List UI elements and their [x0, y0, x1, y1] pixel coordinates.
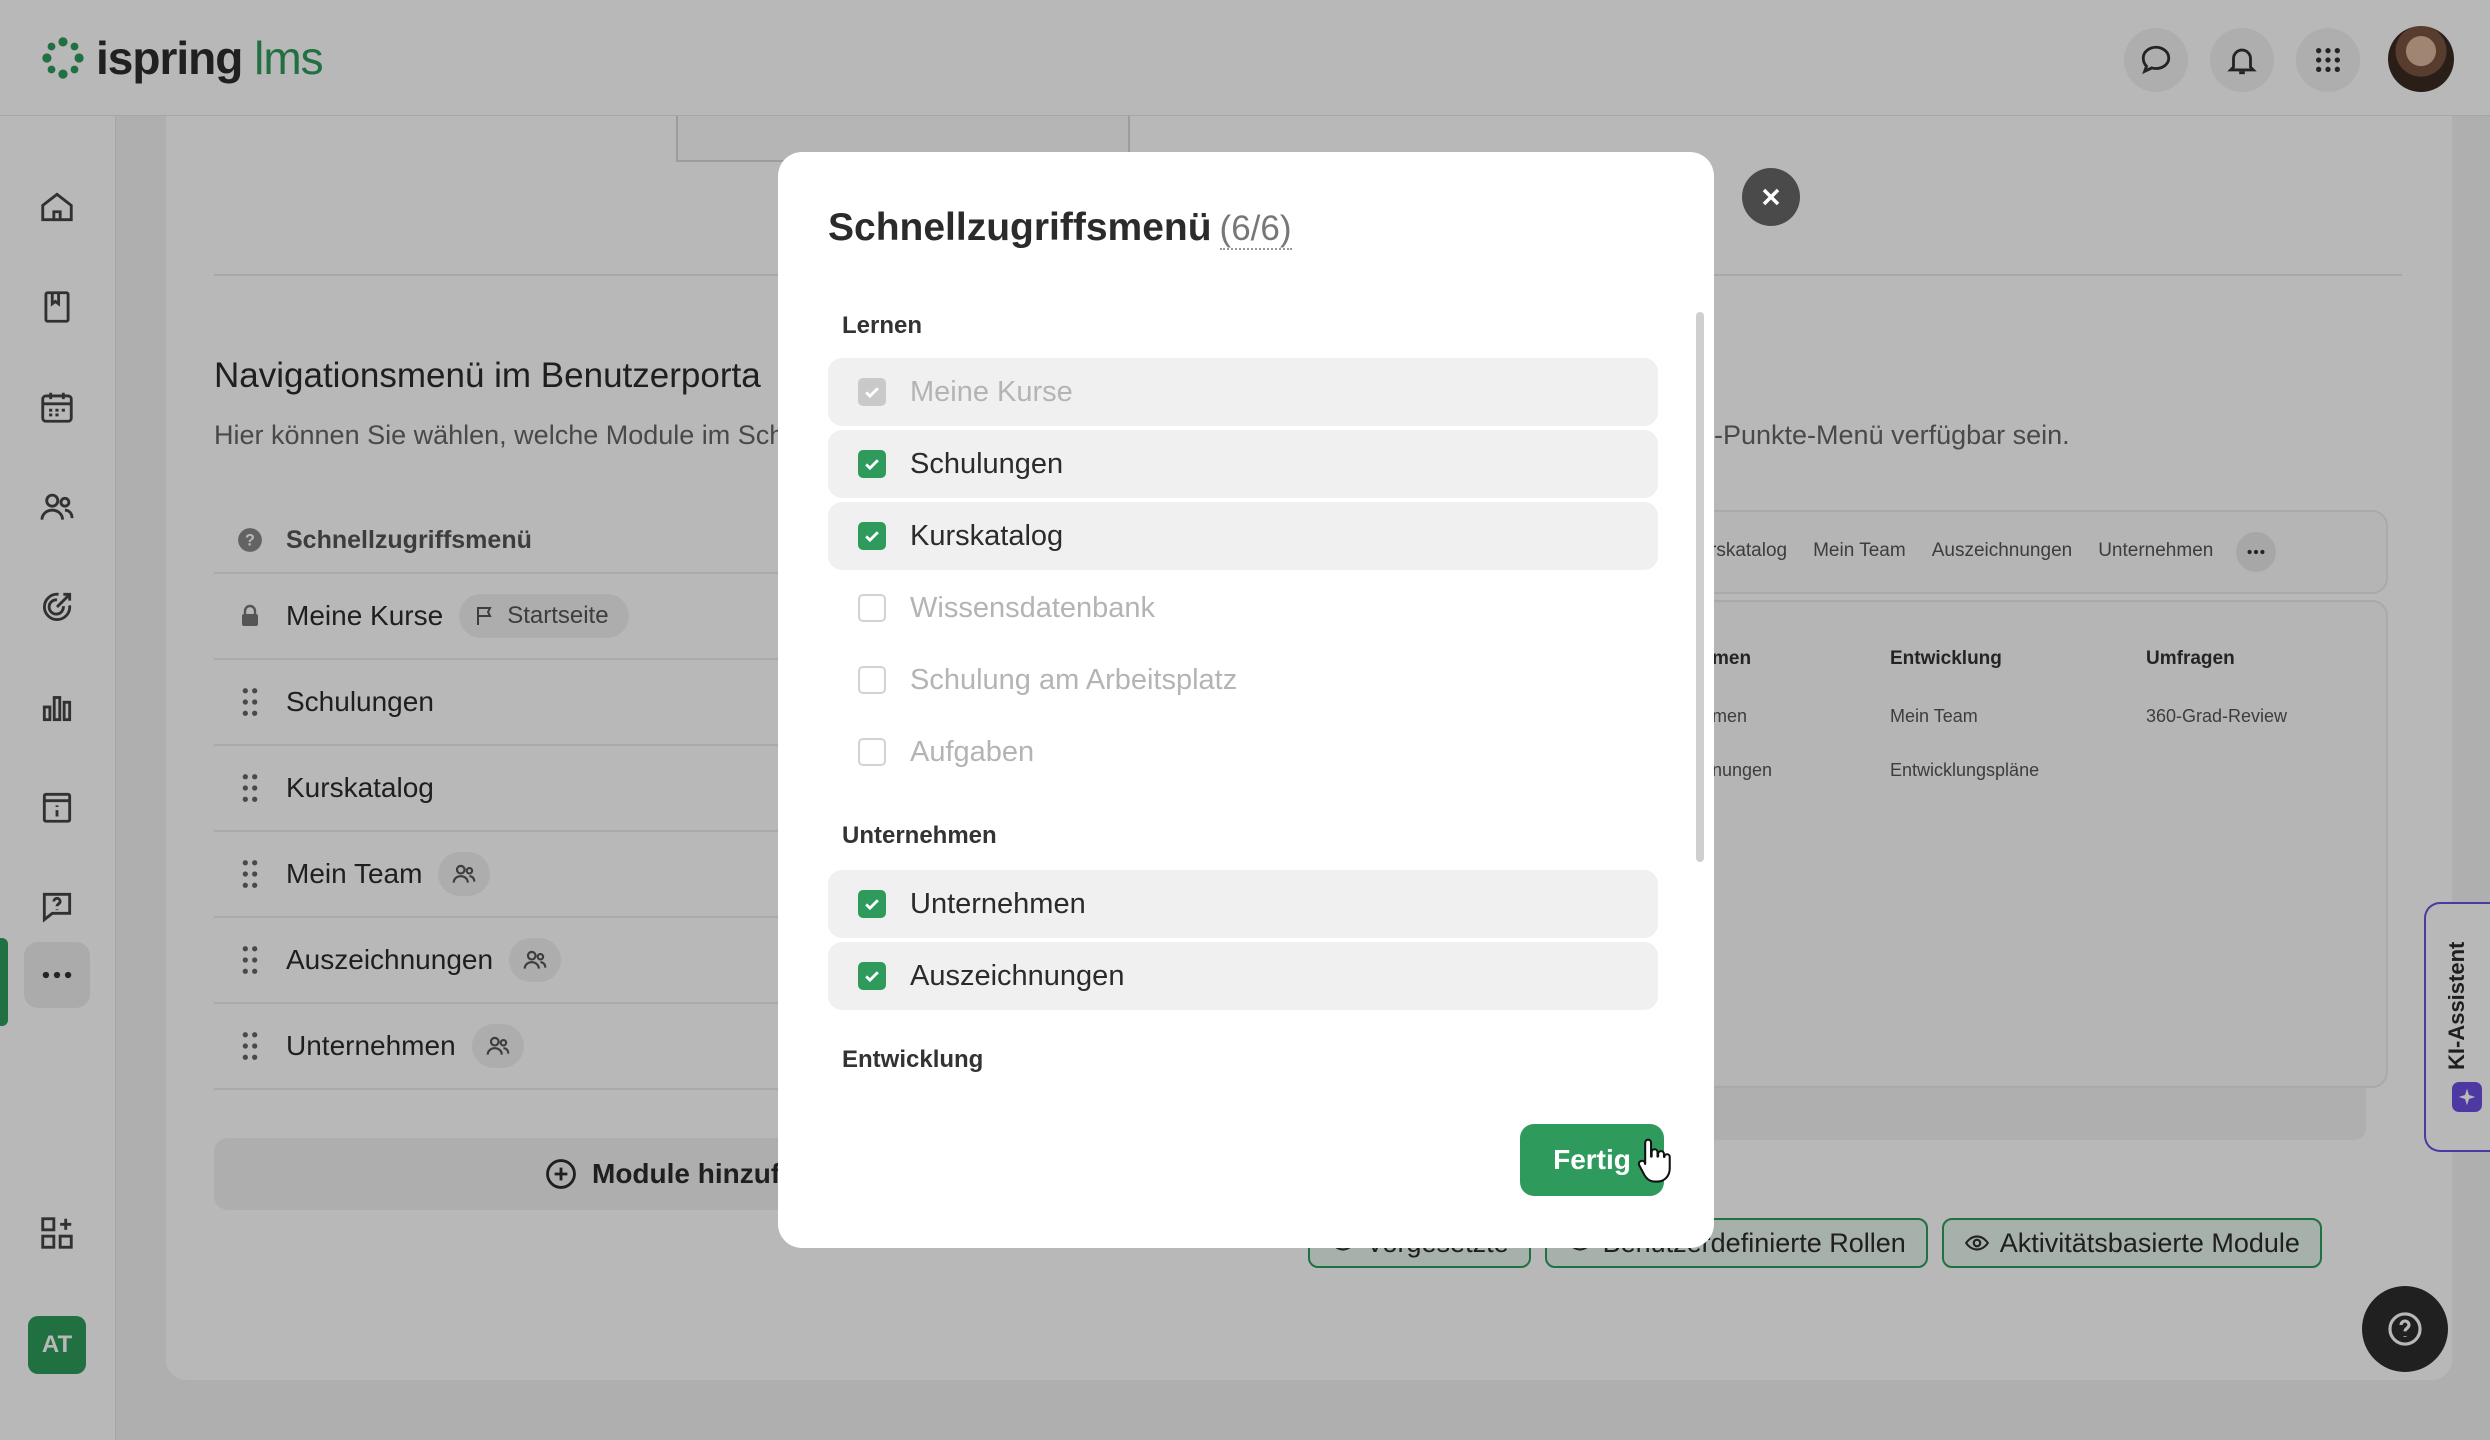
checkbox-checked[interactable]	[858, 450, 886, 478]
modal-scrollbar[interactable]	[1696, 312, 1704, 862]
option-label: Wissensdatenbank	[910, 591, 1156, 624]
close-icon[interactable]	[1742, 168, 1800, 226]
quick-access-modal: Schnellzugriffsmenü (6/6) Lernen Meine Ku…	[778, 152, 1714, 1248]
modal-title: Schnellzugriffsmenü (6/6)	[828, 206, 1292, 250]
group-label: Entwicklung	[842, 1046, 984, 1073]
option-auszeichnungen[interactable]: Auszeichnungen	[828, 942, 1658, 1010]
option-meine-kurse: Meine Kurse	[828, 358, 1658, 426]
group-label: Unternehmen	[842, 822, 997, 849]
checkbox-unchecked[interactable]	[858, 594, 886, 622]
checkbox-checked[interactable]	[858, 890, 886, 918]
option-label: Schulungen	[910, 447, 1064, 480]
checkbox-checked[interactable]	[858, 522, 886, 550]
option-kurskatalog[interactable]: Kurskatalog	[828, 502, 1658, 570]
option-label: Aufgaben	[910, 735, 1035, 768]
hand-cursor-icon	[1637, 1138, 1671, 1183]
checkbox-disabled	[858, 378, 886, 406]
option-aufgaben[interactable]: Aufgaben	[828, 718, 1658, 786]
checkbox-unchecked[interactable]	[858, 666, 886, 694]
option-wissensdatenbank[interactable]: Wissensdatenbank	[828, 574, 1658, 642]
option-schulungen[interactable]: Schulungen	[828, 430, 1658, 498]
option-label: Unternehmen	[910, 887, 1086, 920]
option-label: Schulung am Arbeitsplatz	[910, 663, 1238, 696]
modal-count: (6/6)	[1219, 209, 1292, 250]
checkbox-checked[interactable]	[858, 962, 886, 990]
option-label: Kurskatalog	[910, 519, 1064, 552]
checkbox-unchecked[interactable]	[858, 738, 886, 766]
modal-options-list: Lernen Meine Kurse Schulungen Kurskatalo…	[828, 302, 1658, 1222]
group-label: Lernen	[842, 312, 923, 339]
option-unternehmen[interactable]: Unternehmen	[828, 870, 1658, 938]
option-label: Auszeichnungen	[910, 959, 1125, 992]
option-label: Meine Kurse	[910, 375, 1073, 408]
option-schulung-am-arbeitsplatz[interactable]: Schulung am Arbeitsplatz	[828, 646, 1658, 714]
